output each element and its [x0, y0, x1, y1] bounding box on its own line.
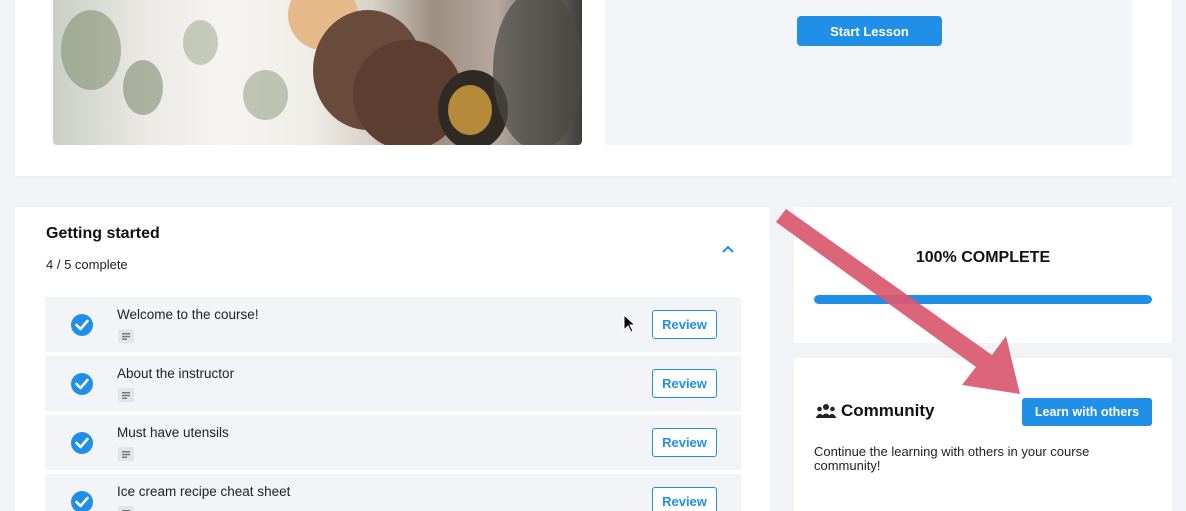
lesson-title: About the instructor — [117, 366, 235, 381]
review-button[interactable]: Review — [652, 310, 717, 339]
lesson-row[interactable]: Must have utensils Review — [45, 415, 741, 470]
check-circle-icon — [71, 432, 93, 454]
progress-bar-fill — [814, 295, 1152, 304]
community-card — [794, 358, 1172, 511]
text-lesson-icon — [118, 388, 134, 402]
community-title: Community — [841, 401, 935, 420]
lesson-title: Welcome to the course! — [117, 307, 259, 322]
start-lesson-button[interactable]: Start Lesson — [797, 16, 942, 46]
check-circle-icon — [71, 314, 93, 336]
users-icon — [815, 403, 837, 419]
text-lesson-icon — [118, 447, 134, 461]
check-circle-icon — [71, 373, 93, 395]
lesson-row[interactable]: About the instructor Review — [45, 356, 741, 411]
review-button[interactable]: Review — [652, 487, 717, 511]
lesson-title: Must have utensils — [117, 425, 229, 440]
learn-with-others-button[interactable]: Learn with others — [1022, 398, 1152, 426]
module-progress-text: 4 / 5 complete — [46, 257, 128, 272]
mouse-cursor-icon — [623, 314, 636, 333]
review-button[interactable]: Review — [652, 369, 717, 398]
text-lesson-icon — [118, 329, 134, 343]
lesson-row[interactable]: Welcome to the course! Review — [45, 297, 741, 352]
module-title: Getting started — [46, 225, 160, 242]
progress-card — [794, 207, 1172, 343]
text-lesson-icon — [118, 506, 134, 511]
community-description: Continue the learning with others in you… — [814, 444, 1090, 473]
chevron-up-icon[interactable] — [720, 240, 736, 253]
lesson-title: Ice cream recipe cheat sheet — [117, 484, 291, 499]
check-circle-icon — [71, 491, 93, 511]
lesson-row[interactable]: Ice cream recipe cheat sheet Review — [45, 474, 741, 511]
progress-bar — [814, 295, 1152, 304]
course-hero-image — [53, 0, 582, 145]
progress-label: 100% COMPLETE — [915, 249, 1051, 266]
review-button[interactable]: Review — [652, 428, 717, 457]
